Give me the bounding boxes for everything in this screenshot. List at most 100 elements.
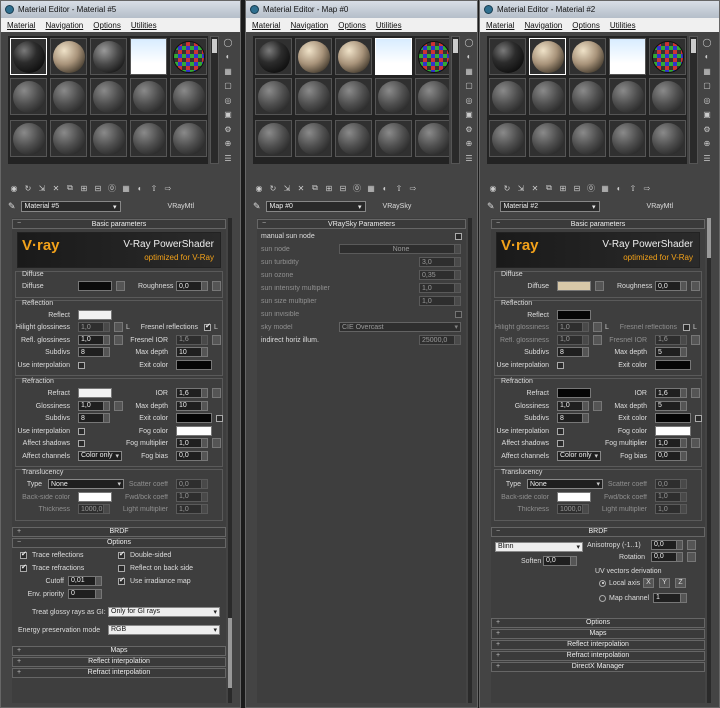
go-parent-icon[interactable]: ⇧ [393, 182, 405, 194]
sample-slot[interactable] [170, 38, 207, 75]
uv-tiling-icon[interactable]: ▢ [221, 80, 235, 92]
glossy-rays-dropdown[interactable]: Only for GI rays [108, 606, 220, 617]
sample-slot[interactable] [10, 78, 47, 115]
reset-icon[interactable]: ✕ [50, 182, 62, 194]
put-to-scene-icon[interactable]: ↻ [22, 182, 34, 194]
show-end-result-icon[interactable]: ◐ [134, 182, 146, 194]
make-preview-icon[interactable]: ▣ [700, 109, 714, 121]
sample-slot[interactable] [489, 38, 526, 75]
sample-slot[interactable] [130, 120, 167, 157]
sample-slot[interactable] [375, 120, 412, 157]
fog-color-swatch[interactable] [176, 425, 212, 436]
map-channel-radio[interactable] [599, 594, 606, 602]
material-type-button[interactable]: VRayMtl [168, 203, 194, 210]
fresnel-checkbox[interactable] [204, 322, 211, 331]
make-unique-icon[interactable]: ⊞ [78, 182, 90, 194]
map-name-field[interactable]: Map #0 ▾ [265, 201, 366, 212]
sample-type-icon[interactable]: ◯ [700, 36, 714, 48]
energy-mode-dropdown[interactable]: RGB [108, 624, 220, 635]
material-name-field[interactable]: Material #5 ▾ [20, 201, 121, 212]
options-icon[interactable]: ⚙ [221, 123, 235, 135]
axis-x-button[interactable]: X [643, 577, 654, 588]
material-navigator-icon[interactable]: ☰ [462, 152, 476, 164]
assign-to-selection-icon[interactable]: ⇲ [281, 182, 293, 194]
sample-slot[interactable] [609, 78, 646, 115]
exit-color-swatch[interactable] [176, 359, 212, 370]
menu-material[interactable]: Material [7, 21, 35, 30]
sample-slot[interactable] [375, 38, 412, 75]
sample-slot[interactable] [415, 120, 449, 157]
assign-to-selection-icon[interactable]: ⇲ [515, 182, 527, 194]
diffuse-color-swatch[interactable] [557, 281, 591, 291]
put-to-library-icon[interactable]: ⊟ [337, 182, 349, 194]
show-map-icon[interactable]: ▦ [120, 182, 132, 194]
copy-material-icon[interactable]: ⧉ [64, 182, 76, 194]
make-preview-icon[interactable]: ▣ [462, 109, 476, 121]
make-preview-icon[interactable]: ▣ [221, 109, 235, 121]
sample-slot[interactable] [609, 38, 646, 75]
menu-utilities[interactable]: Utilities [131, 21, 157, 30]
panel-scrollbar[interactable] [468, 218, 472, 703]
diffuse-color-swatch[interactable] [78, 281, 112, 291]
sample-slot[interactable] [90, 120, 127, 157]
sample-slot[interactable] [255, 120, 292, 157]
show-map-icon[interactable]: ▦ [365, 182, 377, 194]
diffuse-map-button[interactable] [116, 281, 125, 291]
sample-slot[interactable] [569, 38, 606, 75]
use-interpolation-checkbox[interactable] [78, 361, 85, 369]
map-type-button[interactable]: VRaySky [383, 203, 412, 210]
sample-slot[interactable] [170, 120, 207, 157]
get-material-icon[interactable]: ◉ [8, 182, 20, 194]
rollout-options[interactable]: + Options [491, 617, 705, 628]
uv-tiling-icon[interactable]: ▢ [700, 80, 714, 92]
sample-slot[interactable] [489, 78, 526, 115]
sample-slot[interactable] [375, 78, 412, 115]
sample-slot[interactable] [130, 38, 167, 75]
uv-tiling-icon[interactable]: ▢ [462, 80, 476, 92]
sample-slot[interactable] [335, 78, 372, 115]
rollout-refract-interpolation[interactable]: + Refract interpolation [12, 667, 226, 678]
make-unique-icon[interactable]: ⊞ [323, 182, 335, 194]
sample-slot[interactable] [529, 78, 566, 115]
options-icon[interactable]: ⚙ [462, 123, 476, 135]
select-by-material-icon[interactable]: ⊕ [700, 138, 714, 150]
sample-slot[interactable] [50, 38, 87, 75]
panel-scrollbar[interactable] [228, 218, 232, 703]
eyedropper-icon[interactable]: ✎ [8, 201, 16, 212]
sun-node-button[interactable]: None [339, 244, 461, 254]
material-navigator-icon[interactable]: ☰ [221, 152, 235, 164]
axis-y-button[interactable]: Y [659, 577, 670, 588]
sample-slot[interactable] [255, 38, 292, 75]
rollout-reflect-interpolation[interactable]: + Reflect interpolation [12, 656, 226, 667]
go-parent-icon[interactable]: ⇧ [627, 182, 639, 194]
sample-slot[interactable] [335, 120, 372, 157]
go-sibling-icon[interactable]: ⇨ [407, 182, 419, 194]
slots-scrollbar[interactable] [451, 36, 460, 164]
hilight-glossiness-spinner[interactable]: 1,0 [78, 322, 110, 332]
sample-slot[interactable] [609, 120, 646, 157]
reset-icon[interactable]: ✕ [529, 182, 541, 194]
reflect-back-side-checkbox[interactable] [118, 564, 125, 572]
affect-channels-dropdown[interactable]: Color only [78, 450, 122, 461]
backlight-icon[interactable]: ◐ [221, 51, 235, 63]
menu-options[interactable]: Options [338, 21, 366, 30]
sample-slot[interactable] [649, 38, 686, 75]
rollout-basic-parameters[interactable]: − Basic parameters [491, 219, 705, 229]
axis-z-button[interactable]: Z [675, 577, 686, 588]
eyedropper-icon[interactable]: ✎ [487, 201, 495, 212]
sample-slot[interactable] [649, 120, 686, 157]
copy-material-icon[interactable]: ⧉ [309, 182, 321, 194]
refract-color-swatch[interactable] [78, 388, 112, 398]
brdf-type-dropdown[interactable]: Blinn [495, 541, 583, 552]
assign-to-selection-icon[interactable]: ⇲ [36, 182, 48, 194]
sample-slot[interactable] [569, 78, 606, 115]
get-material-icon[interactable]: ◉ [253, 182, 265, 194]
menu-navigation[interactable]: Navigation [524, 21, 562, 30]
trace-reflections-checkbox[interactable] [20, 550, 27, 559]
sample-type-icon[interactable]: ◯ [221, 36, 235, 48]
reset-icon[interactable]: ✕ [295, 182, 307, 194]
menu-utilities[interactable]: Utilities [610, 21, 636, 30]
slots-scrollbar[interactable] [689, 36, 698, 164]
menu-navigation[interactable]: Navigation [290, 21, 328, 30]
sample-slot[interactable] [569, 120, 606, 157]
